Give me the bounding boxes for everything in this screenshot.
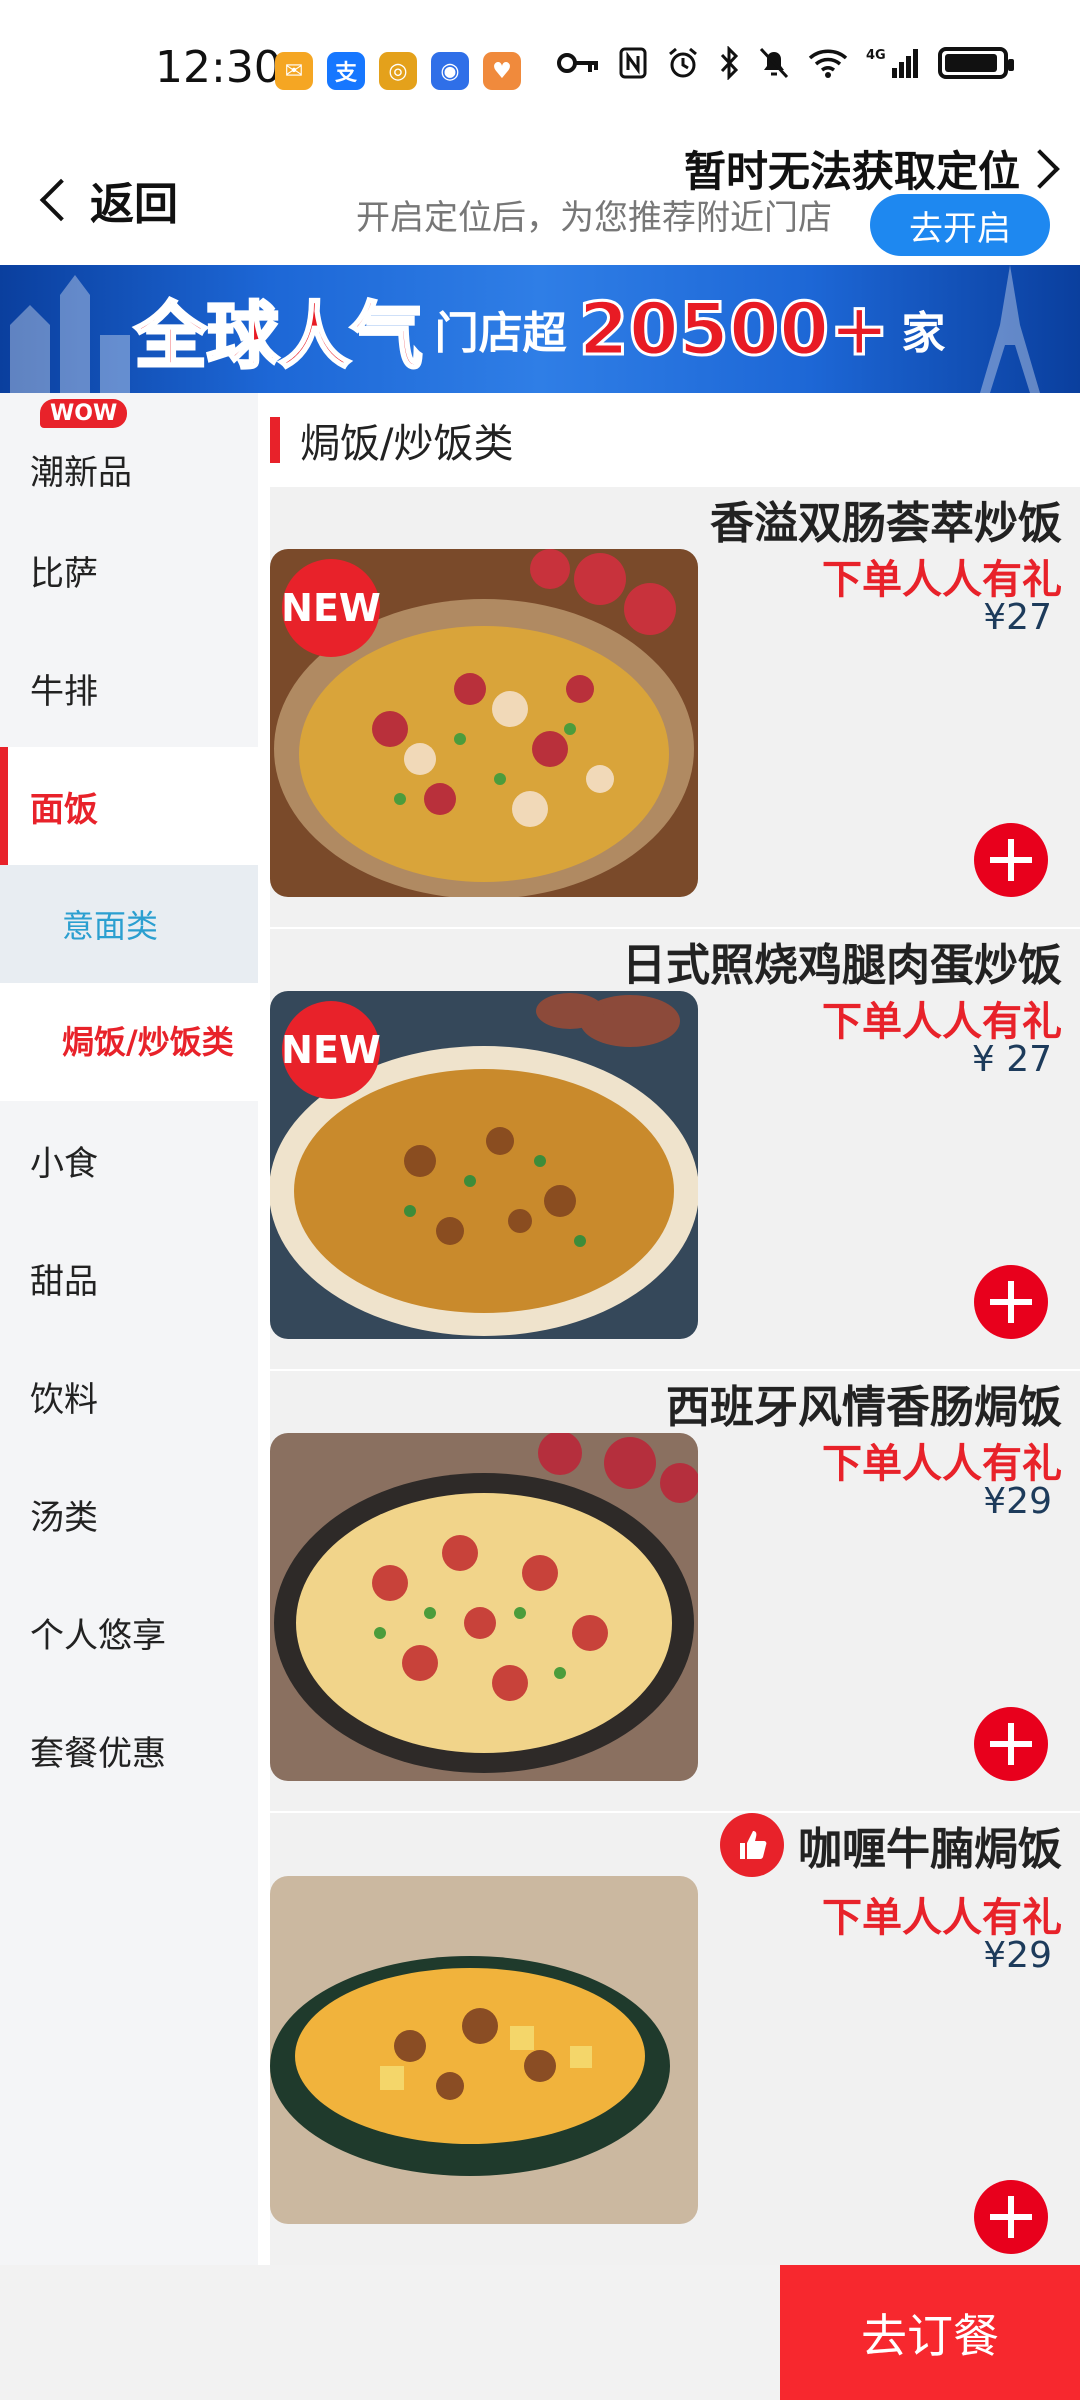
sidebar-item-label: 个人悠享 — [30, 1615, 166, 1656]
security-app-icon: ◉ — [431, 52, 469, 90]
product-card[interactable]: 日式照烧鸡腿肉蛋炒饭 下单人人有礼 ¥ 27 NEW — [270, 929, 1080, 1369]
network-type-label: 4G — [866, 48, 886, 63]
enable-location-button[interactable]: 去开启 — [870, 194, 1050, 256]
sidebar-item-soups[interactable]: 汤类 — [0, 1455, 258, 1573]
back-button[interactable]: 返回 — [36, 168, 178, 232]
product-image[interactable] — [270, 1433, 698, 1781]
product-image[interactable]: NEW — [270, 549, 698, 897]
chevron-left-icon — [39, 178, 83, 222]
sidebar-item-label: 汤类 — [30, 1497, 98, 1538]
sidebar-subitem-pasta[interactable]: 意面类 — [0, 865, 258, 983]
product-card[interactable]: 西班牙风情香肠焗饭 下单人人有礼 ¥29 — [270, 1371, 1080, 1811]
new-badge: NEW — [281, 1001, 381, 1099]
add-to-cart-button[interactable] — [974, 1265, 1048, 1339]
sidebar-item-pizza[interactable]: 比萨 — [0, 511, 258, 629]
alarm-icon — [669, 47, 697, 78]
wifi-icon — [808, 49, 848, 78]
mail-notification-icon: ✉ — [275, 52, 313, 90]
sidebar-item-label: 甜品 — [30, 1261, 98, 1302]
wow-badge: WOW — [40, 399, 128, 428]
product-price: ¥29 — [983, 1481, 1052, 1522]
section-title: 焗饭/炒饭类 — [300, 421, 514, 467]
sidebar-item-label: 套餐优惠 — [30, 1733, 166, 1774]
sidebar-subitem-baked-fried-rice[interactable]: 焗饭/炒饭类 — [0, 983, 258, 1101]
product-card[interactable]: 咖喱牛腩焗饭 下单人人有礼 ¥29 — [270, 1813, 1080, 2265]
notification-icons: ✉ 支 ◎ ◉ ♥ — [275, 52, 521, 90]
sidebar-item-label: 饮料 — [30, 1379, 98, 1420]
product-name: 香溢双肠荟萃炒饭 — [710, 498, 1062, 549]
sidebar-item-desserts[interactable]: 甜品 — [0, 1219, 258, 1337]
status-bar: 12:30 ✉ 支 ◎ ◉ ♥ 4G — [0, 0, 1080, 130]
section-header: 焗饭/炒饭类 — [270, 411, 513, 469]
battery-icon — [938, 47, 1014, 79]
sidebar-item-noodles-rice[interactable]: 面饭 — [0, 747, 258, 865]
order-button[interactable]: 去订餐 — [780, 2265, 1080, 2400]
product-name: 日式照烧鸡腿肉蛋炒饭 — [622, 940, 1062, 991]
product-card[interactable]: 香溢双肠荟萃炒饭 下单人人有礼 ¥27 NEW — [270, 487, 1080, 927]
add-to-cart-button[interactable] — [974, 823, 1048, 897]
bluetooth-icon — [720, 46, 739, 80]
sidebar-item-new[interactable]: WOW 潮新品 — [0, 393, 258, 511]
sidebar-item-snacks[interactable]: 小食 — [0, 1101, 258, 1219]
header: 返回 暂时无法获取定位 开启定位后，为您推荐附近门店 去开启 — [0, 130, 1080, 265]
banner-mid-text: 门店超 — [434, 308, 567, 359]
sidebar-item-label: 面饭 — [30, 789, 98, 830]
health-app-icon: ♥ — [483, 52, 521, 90]
promo-banner[interactable]: 全球人气 门店超 20500+ 家 — [0, 265, 1080, 393]
mute-icon — [759, 47, 789, 79]
location-hint: 开启定位后，为您推荐附近门店 — [356, 198, 832, 238]
vpn-key-icon — [557, 53, 598, 73]
product-image[interactable] — [270, 1876, 698, 2224]
chevron-right-icon[interactable] — [1020, 149, 1060, 189]
sidebar-item-label: 小食 — [30, 1143, 98, 1184]
product-price: ¥29 — [983, 1935, 1052, 1976]
sidebar-subitem-label: 意面类 — [62, 907, 159, 945]
sidebar-subitem-label: 焗饭/炒饭类 — [62, 1023, 234, 1061]
sidebar-item-personal[interactable]: 个人悠享 — [0, 1573, 258, 1691]
banner-number: 20500+ — [577, 286, 891, 373]
sidebar-item-steak[interactable]: 牛排 — [0, 629, 258, 747]
back-label: 返回 — [90, 179, 178, 230]
sidebar-item-label: 潮新品 — [30, 452, 132, 493]
sidebar-item-label: 比萨 — [30, 553, 98, 594]
thumbs-up-icon — [720, 1813, 784, 1877]
product-list: 焗饭/炒饭类 香溢双肠荟萃炒饭 下单人人有礼 ¥27 NEW 日式照烧鸡腿肉蛋炒… — [258, 393, 1080, 2265]
add-to-cart-button[interactable] — [974, 1707, 1048, 1781]
app-notification-icon: ◎ — [379, 52, 417, 90]
add-to-cart-button[interactable] — [974, 2180, 1048, 2254]
product-name: 咖喱牛腩焗饭 — [720, 1813, 1062, 1877]
bottom-bar: 去订餐 — [0, 2265, 1080, 2400]
sidebar-item-drinks[interactable]: 饮料 — [0, 1337, 258, 1455]
category-sidebar: WOW 潮新品 比萨 牛排 面饭 意面类 焗饭/炒饭类 小食 甜品 饮料 汤类 … — [0, 393, 258, 2265]
section-accent-bar — [270, 417, 280, 463]
nfc-icon — [619, 47, 647, 79]
sidebar-item-label: 牛排 — [30, 671, 98, 712]
alipay-icon: 支 — [327, 52, 365, 90]
banner-headline: 全球人气 — [133, 292, 424, 379]
status-time: 12:30 — [155, 42, 282, 93]
product-name: 西班牙风情香肠焗饭 — [666, 1382, 1062, 1433]
signal-4g-icon: 4G — [866, 48, 918, 78]
system-icons: 4G — [556, 46, 1014, 80]
product-price: ¥27 — [983, 597, 1052, 638]
product-image[interactable]: NEW — [270, 991, 698, 1339]
banner-suffix: 家 — [901, 308, 946, 359]
sidebar-item-combo-deals[interactable]: 套餐优惠 — [0, 1691, 258, 1809]
product-price: ¥ 27 — [971, 1039, 1052, 1080]
new-badge: NEW — [281, 559, 381, 657]
